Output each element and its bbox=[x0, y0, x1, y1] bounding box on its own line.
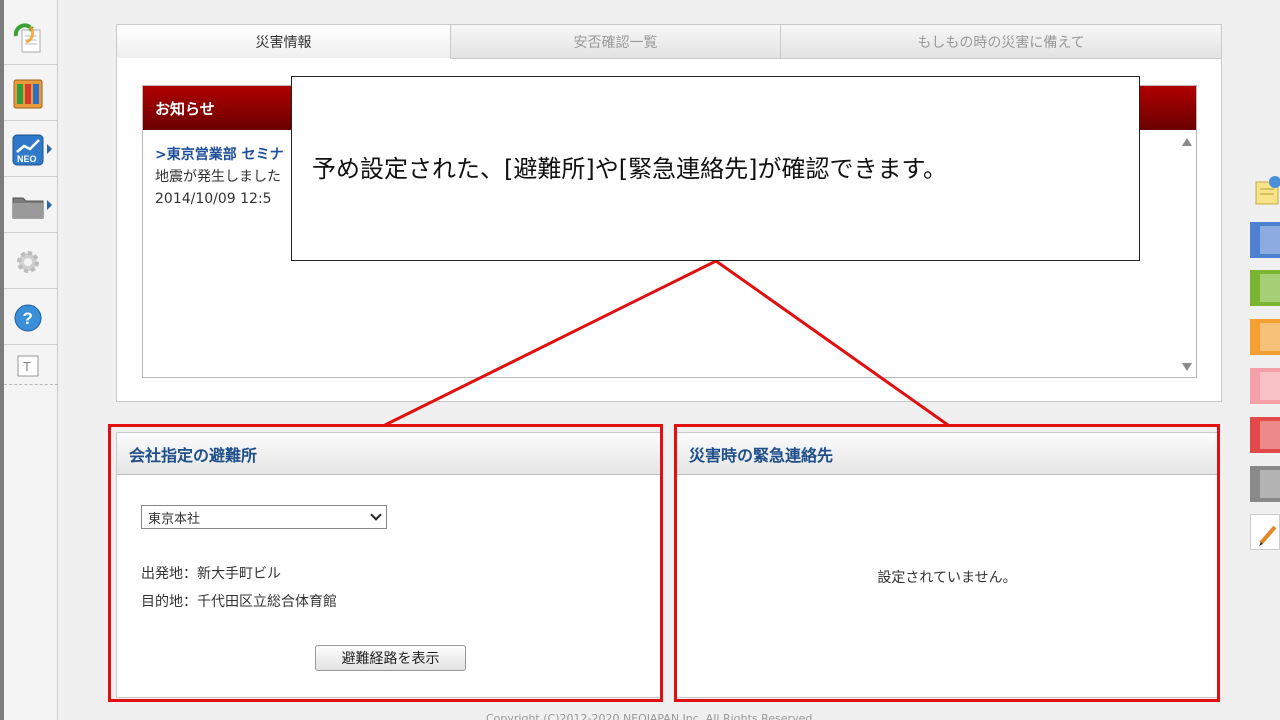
callout-text: 予め設定された、[避難所]や[緊急連絡先]が確認できます。 bbox=[312, 155, 948, 183]
callout-box: 予め設定された、[避難所]や[緊急連絡先]が確認できます。 bbox=[291, 76, 1140, 261]
